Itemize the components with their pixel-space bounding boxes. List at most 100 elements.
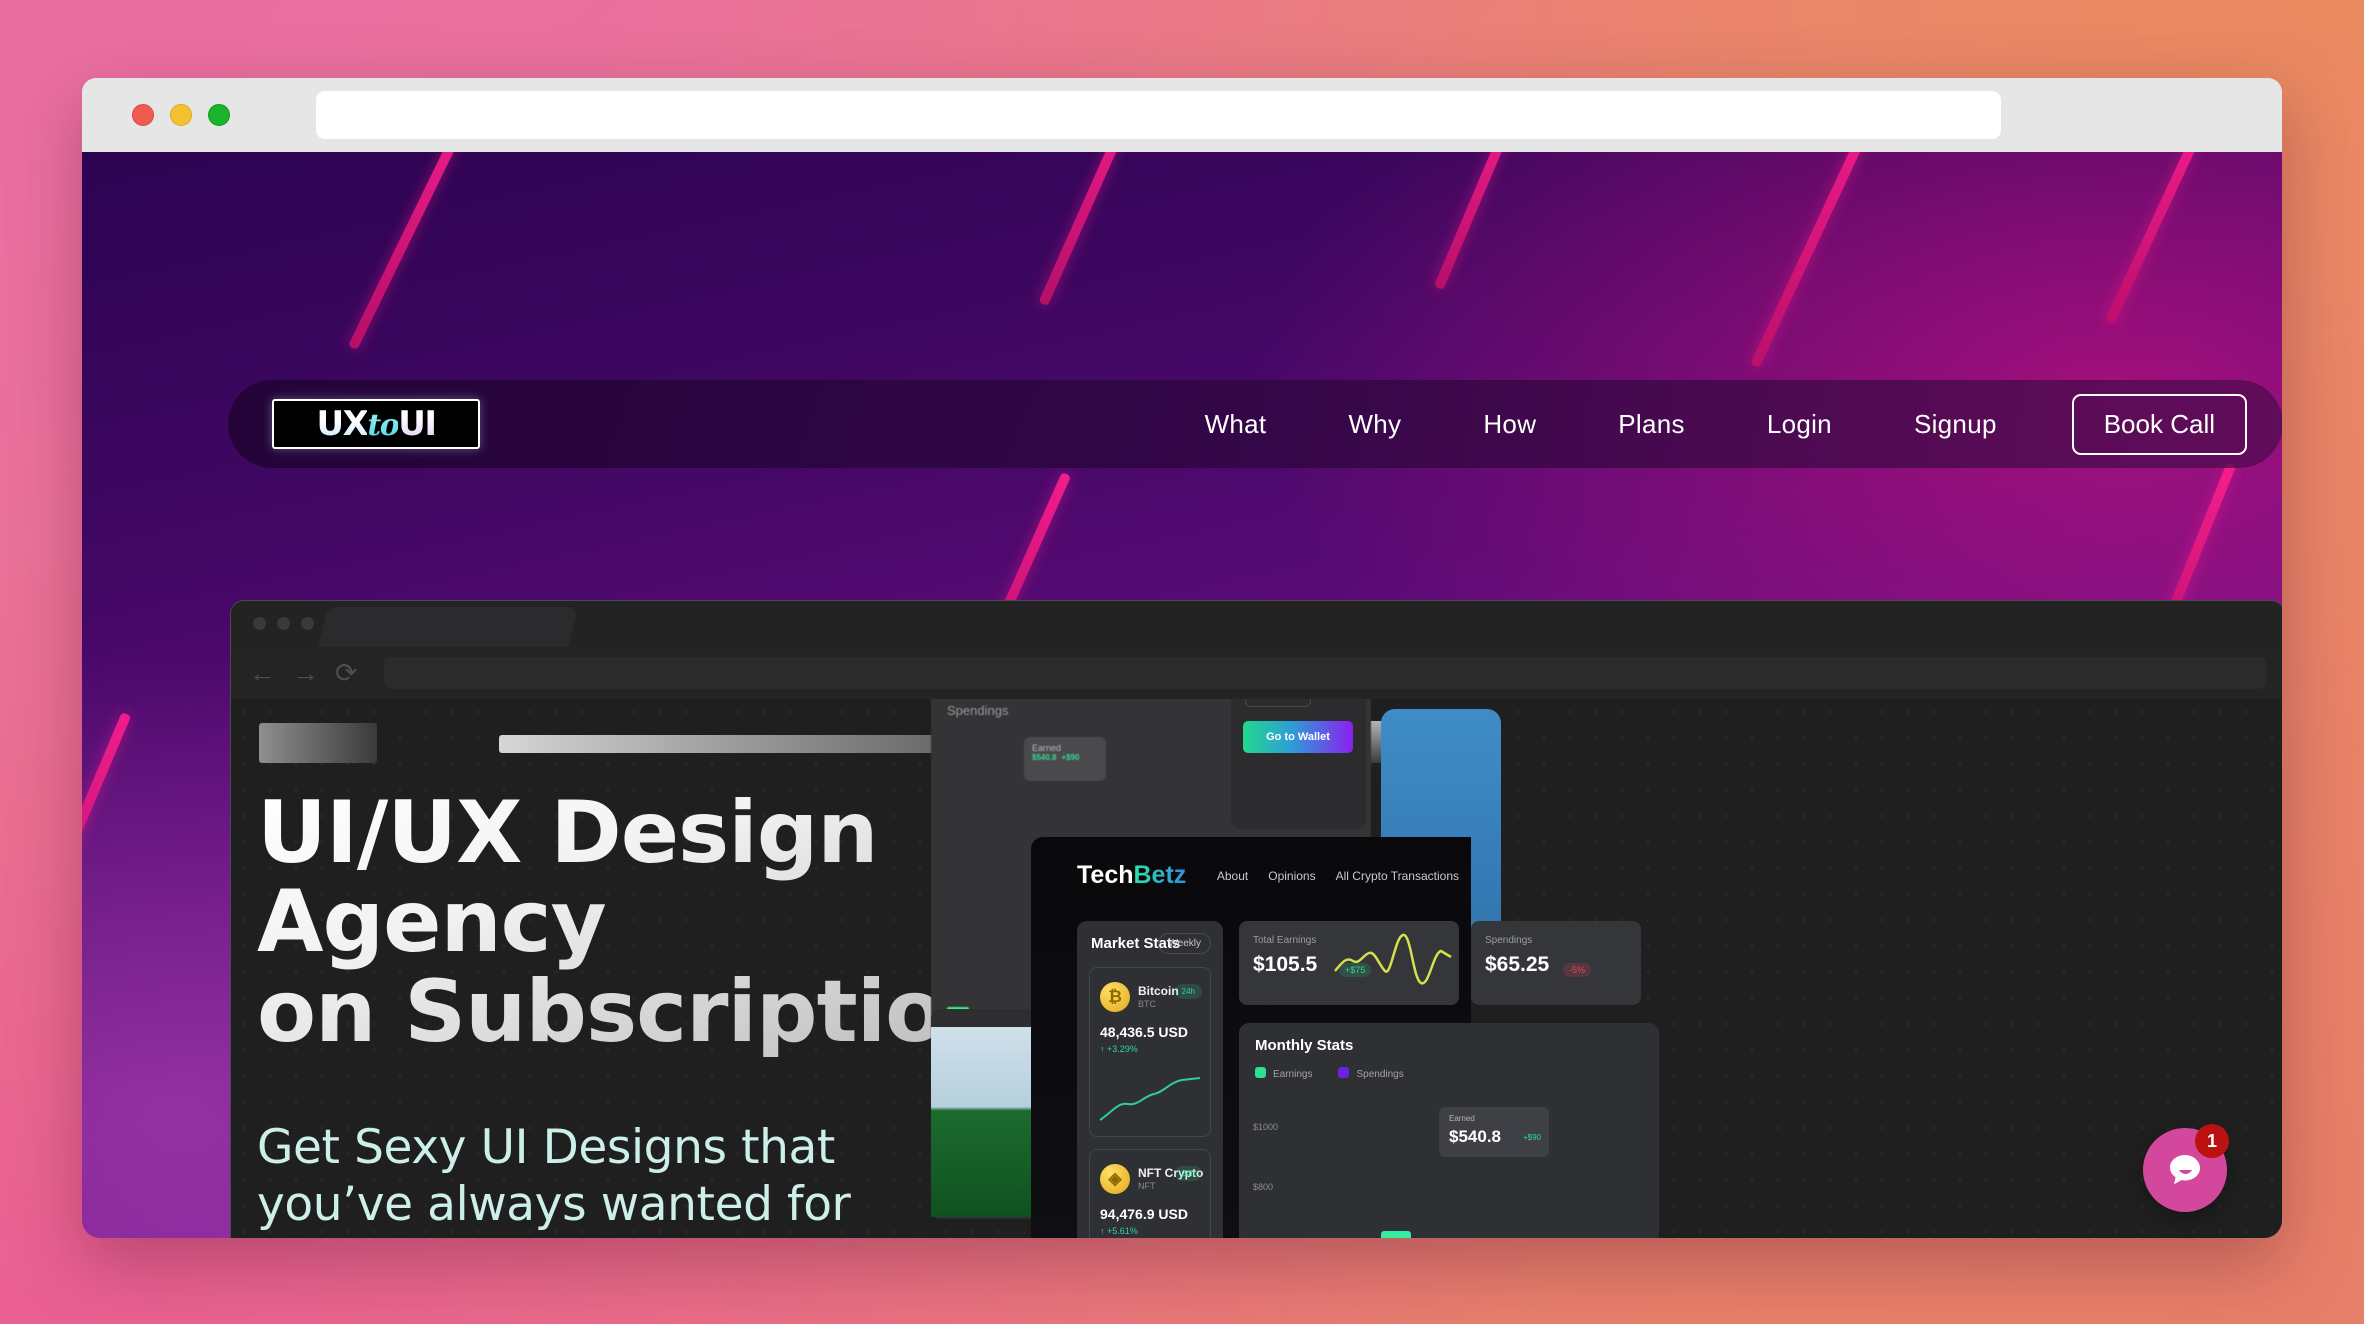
- book-call-button[interactable]: Book Call: [2071, 393, 2247, 455]
- monthly-tooltip-value: $540.8: [1449, 1127, 1501, 1146]
- bitcoin-sparkline: [1099, 1077, 1201, 1121]
- spendings-tooltip-label: Earned: [1032, 743, 1062, 753]
- spendings-summary-value: $65.25: [1485, 953, 1550, 976]
- decor-line: [1433, 152, 1522, 291]
- dashboard-collage: Spendings Earned $540.8 +$90 Go to Walle…: [231, 699, 2282, 1238]
- legend-earnings: Earnings: [1255, 1067, 1312, 1080]
- techbetz-logo-tech: Tech: [1077, 861, 1134, 889]
- techbetz-nav-opinions[interactable]: Opinions: [1268, 869, 1315, 883]
- go-to-wallet-button[interactable]: Go to Wallet: [1243, 721, 1353, 753]
- spendings-summary-delta: -5%: [1563, 963, 1592, 977]
- monthly-stats-y-axis: $1000 $800 $600 $400: [1253, 1097, 1278, 1238]
- nav-item-login[interactable]: Login: [1726, 409, 1873, 440]
- mockup-viewport: UI/UX Design Agency on Subscription. Get…: [231, 699, 2282, 1238]
- techbetz-dashboard: TechBetz About Opinions All Crypto Trans…: [1031, 837, 1659, 1238]
- sports-thumbnail-image: [931, 1027, 1031, 1217]
- bitcoin-name: Bitcoin: [1138, 984, 1179, 998]
- total-earnings-label: Total Earnings: [1253, 935, 1317, 946]
- decor-line: [1038, 152, 1142, 307]
- mockup-titlebar: [231, 601, 2282, 647]
- nft-coin-icon: ◈: [1100, 1164, 1130, 1194]
- mockup-traffic-lights: [253, 617, 314, 630]
- spendings-tooltip-value: $540.8: [1032, 753, 1057, 762]
- total-earnings-card: Total Earnings $105.5 +$75: [1239, 921, 1459, 1005]
- browser-window: UXtoUI What Why How Plans Login Signup B…: [82, 78, 2282, 1238]
- techbetz-logo-betz: Betz: [1133, 861, 1187, 889]
- techbetz-navbar: About Opinions All Crypto Transactions: [1217, 869, 1459, 883]
- close-window-button[interactable]: [132, 104, 154, 126]
- back-arrow-icon: ←: [249, 657, 276, 688]
- bitcoin-coin-icon: ₿: [1100, 982, 1130, 1012]
- total-earnings-value: $105.5: [1253, 953, 1318, 976]
- nav-item-how[interactable]: How: [1442, 409, 1577, 440]
- nft-value: 94,476.9 USD: [1100, 1206, 1188, 1222]
- logo-ux-text: UX: [316, 404, 369, 444]
- monthly-stats-tooltip: Earned $540.8 +$90: [1439, 1107, 1549, 1157]
- bitcoin-value: 48,436.5 USD: [1100, 1024, 1188, 1040]
- hero-section: UXtoUI What Why How Plans Login Signup B…: [82, 152, 2282, 1238]
- minimize-window-button[interactable]: [170, 104, 192, 126]
- monthly-stats-card: Monthly Stats Earnings Spendings $1000 $…: [1239, 1023, 1659, 1238]
- reload-icon: ⟳: [335, 657, 358, 688]
- browser-chrome: [82, 78, 2282, 152]
- decor-line: [1750, 152, 1887, 369]
- techbetz-logo: TechBetz: [1077, 861, 1186, 890]
- monthly-stats-bar-chart: [1301, 1169, 1647, 1238]
- product-mockup-browser: ← → ⟳ UI/UX Design Agency on Subscriptio…: [230, 600, 2282, 1238]
- legend-spendings: Spendings: [1338, 1067, 1404, 1080]
- nav-item-what[interactable]: What: [1164, 409, 1308, 440]
- spendings-summary-label: Spendings: [1485, 935, 1533, 946]
- nav-links: What Why How Plans Login Signup Book Cal…: [1164, 393, 2247, 455]
- bar-earnings: [1381, 1231, 1411, 1238]
- y-tick: $1000: [1253, 1122, 1279, 1132]
- nav-item-plans[interactable]: Plans: [1577, 409, 1726, 440]
- chat-unread-badge: 1: [2195, 1124, 2229, 1158]
- market-stats-period-select[interactable]: Weekly: [1158, 933, 1211, 954]
- address-bar-input[interactable]: [316, 91, 2001, 139]
- spendings-tooltip: Earned $540.8 +$90: [1024, 737, 1106, 781]
- nav-item-signup[interactable]: Signup: [1873, 409, 2038, 440]
- y-tick: $600: [1253, 1217, 1278, 1238]
- mockup-address-bar: [383, 657, 2266, 689]
- wallet-card: Go to Wallet: [1231, 699, 1366, 829]
- bitcoin-badge: 24h: [1174, 984, 1202, 999]
- chat-bubble-icon: [2170, 1155, 2200, 1185]
- site-logo[interactable]: UXtoUI: [272, 399, 480, 449]
- nft-badge: 24h: [1174, 1166, 1202, 1181]
- monthly-tooltip-delta: +$90: [1522, 1133, 1541, 1142]
- logo-to-text: to: [367, 408, 399, 443]
- mockup-minimize-icon: [277, 617, 290, 630]
- chat-widget-button[interactable]: 1: [2143, 1124, 2229, 1212]
- nft-change: ↑ +5.61%: [1100, 1226, 1138, 1236]
- spendings-panel-label: Spendings: [947, 703, 1009, 718]
- decor-line: [2104, 152, 2212, 325]
- bitcoin-change: ↑ +3.29%: [1100, 1044, 1138, 1054]
- total-earnings-sparkline: [1334, 933, 1452, 985]
- techbetz-nav-about[interactable]: About: [1217, 869, 1248, 883]
- nft-symbol: NFT: [1138, 1181, 1156, 1191]
- wallet-placeholder-field: [1245, 699, 1311, 707]
- monthly-stats-title: Monthly Stats: [1255, 1037, 1354, 1054]
- forward-arrow-icon: →: [292, 657, 319, 688]
- traffic-lights: [132, 104, 230, 126]
- spendings-tooltip-delta: +$90: [1061, 753, 1080, 762]
- coin-row-bitcoin: ₿ Bitcoin BTC 24h 48,436.5 USD ↑ +3.29%: [1089, 967, 1211, 1137]
- mockup-close-icon: [253, 617, 266, 630]
- site-navbar: UXtoUI What Why How Plans Login Signup B…: [228, 380, 2282, 468]
- nav-item-why[interactable]: Why: [1307, 409, 1442, 440]
- market-stats-card: Market Stats Weekly ₿ Bitcoin BTC 24h 48…: [1077, 921, 1223, 1238]
- spendings-summary-card: Spendings $65.25 -5%: [1471, 921, 1641, 1005]
- decor-line: [82, 712, 132, 956]
- logo-ui-text: UI: [398, 404, 437, 444]
- coin-row-nft: ◈ NFT Crypto NFT 24h 94,476.9 USD ↑ +5.6…: [1089, 1149, 1211, 1238]
- monthly-stats-legend: Earnings Spendings: [1255, 1067, 1404, 1080]
- decor-line: [348, 152, 471, 351]
- monthly-tooltip-label: Earned: [1449, 1114, 1475, 1123]
- mockup-tab: [318, 607, 578, 647]
- y-tick: $800: [1253, 1182, 1274, 1192]
- bitcoin-symbol: BTC: [1138, 999, 1156, 1009]
- maximize-window-button[interactable]: [208, 104, 230, 126]
- mockup-toolbar: ← → ⟳: [231, 647, 2282, 699]
- mockup-maximize-icon: [301, 617, 314, 630]
- techbetz-nav-all-crypto-transactions[interactable]: All Crypto Transactions: [1336, 869, 1459, 883]
